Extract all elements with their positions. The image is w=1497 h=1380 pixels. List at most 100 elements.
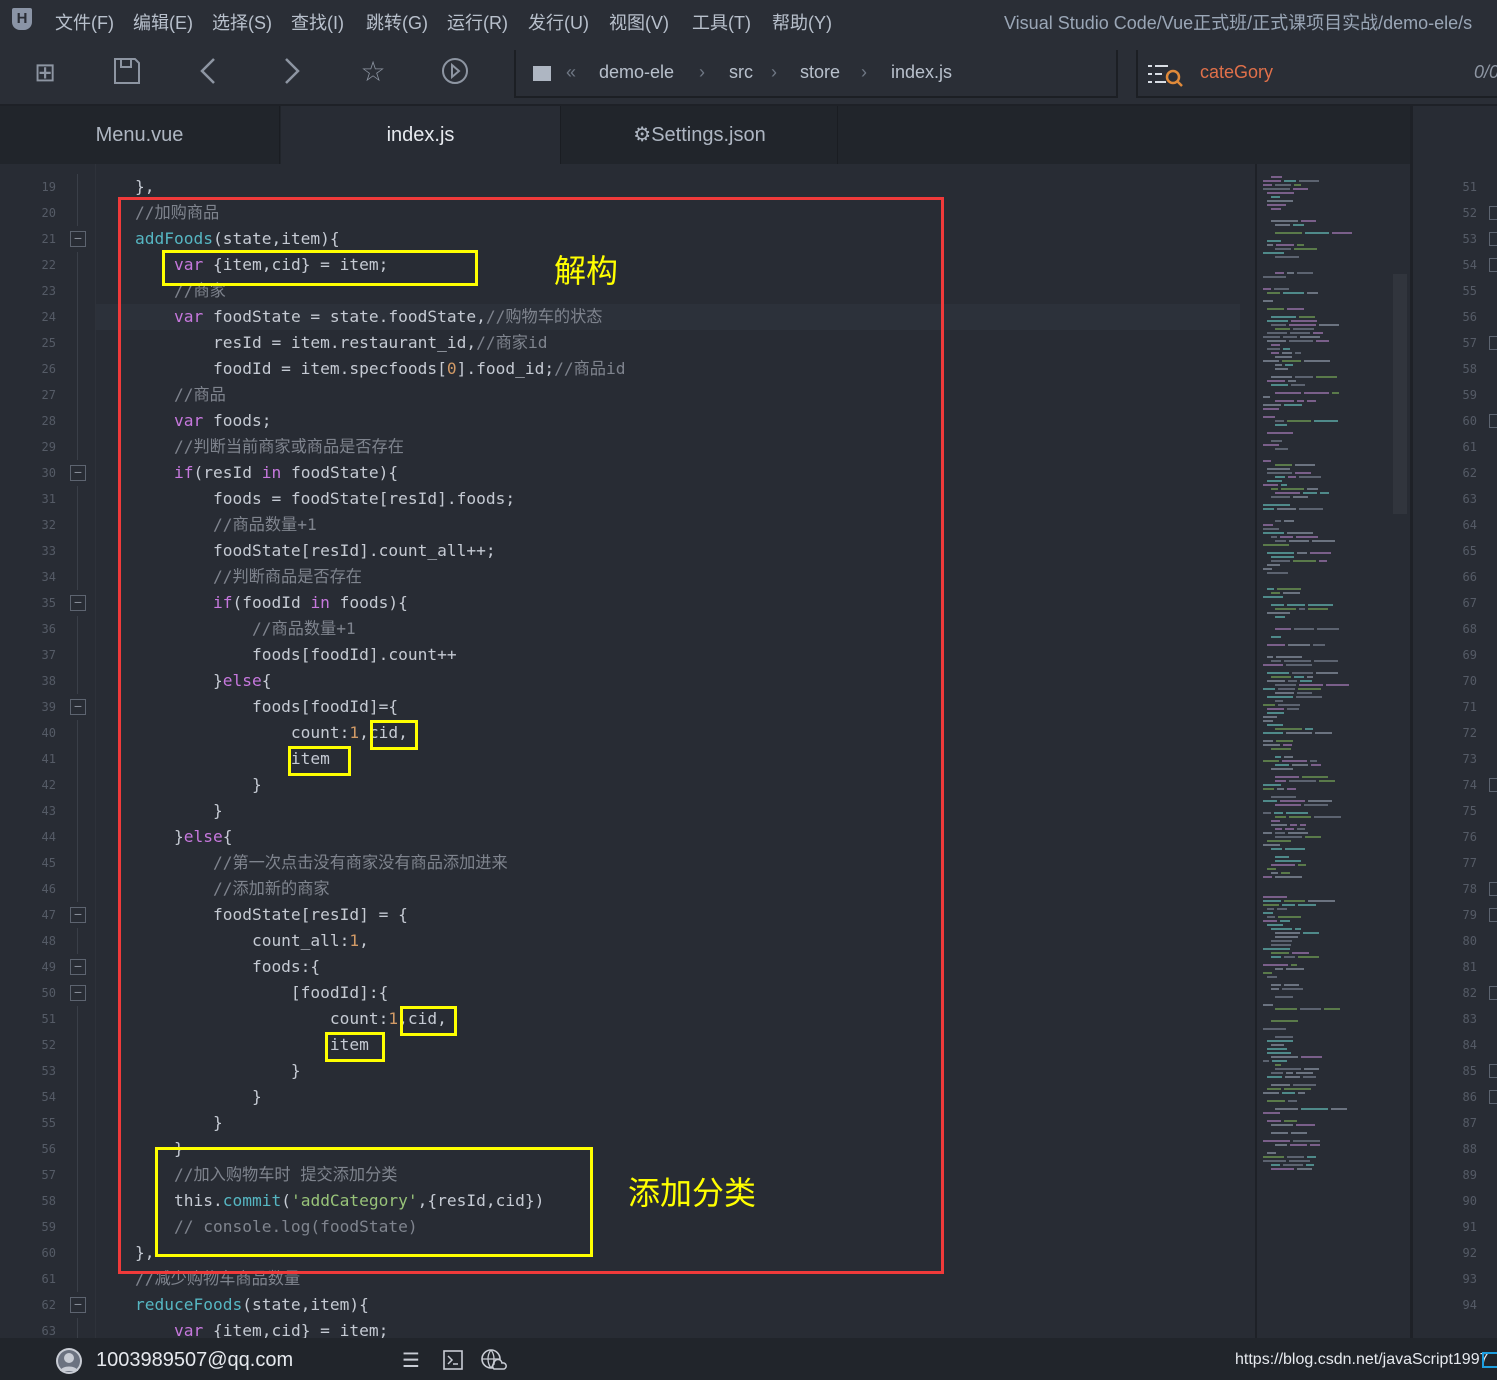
breadcrumb-item[interactable]: store <box>800 62 840 83</box>
menu-view[interactable]: 视图(V) <box>609 9 669 35</box>
minimap-line <box>1263 740 1273 742</box>
minimap-line <box>1297 272 1313 274</box>
terminal-icon[interactable] <box>443 1350 463 1370</box>
line-number: 79 <box>1462 908 1477 922</box>
minimap-line <box>1289 324 1316 326</box>
globe-cloud-icon[interactable] <box>481 1348 507 1372</box>
fold-collapse-icon[interactable]: − <box>70 1297 86 1313</box>
fold-guide <box>77 512 78 538</box>
minimap-line <box>1284 404 1302 406</box>
minimap-line <box>1263 444 1279 446</box>
minimap-line <box>1275 448 1288 450</box>
fold-collapse-icon[interactable]: − <box>70 985 86 1001</box>
second-editor-pane[interactable]: 51 52 53 54 55 56 57 58 59 60 61 62 63 64 65 66 67 68 69 70… <box>1410 106 1497 1338</box>
fold-collapse-icon[interactable] <box>1489 778 1497 792</box>
minimap-line <box>1297 552 1307 554</box>
minimap-line <box>1267 724 1283 726</box>
minimap-line <box>1275 476 1285 478</box>
tab-index-js[interactable]: index.js <box>281 106 561 164</box>
tab-menu-vue[interactable]: Menu.vue <box>0 106 280 164</box>
minimap-line <box>1284 756 1293 758</box>
fold-collapse-icon[interactable]: − <box>70 231 86 247</box>
minimap-line <box>1291 320 1317 322</box>
run-icon[interactable] <box>439 56 471 88</box>
user-account[interactable]: 1003989507@qq.com <box>96 1349 293 1372</box>
menu-publish[interactable]: 发行(U) <box>528 9 589 35</box>
minimap-line <box>1276 656 1302 658</box>
line-number: 19 <box>41 180 56 194</box>
fold-collapse-icon[interactable]: − <box>70 959 86 975</box>
fold-guide <box>77 746 78 772</box>
new-file-icon[interactable]: ⊞ <box>29 56 61 88</box>
search-field[interactable]: cateGory 0/0 <box>1136 50 1497 98</box>
line-number: 23 <box>41 284 56 298</box>
minimap-line <box>1293 224 1304 226</box>
minimap-slider[interactable] <box>1393 274 1407 514</box>
minimap-line <box>1263 360 1279 362</box>
save-icon[interactable] <box>111 56 143 88</box>
fold-guide <box>77 252 78 278</box>
minimap-line <box>1271 324 1286 326</box>
minimap-line <box>1300 336 1320 338</box>
back-icon[interactable] <box>193 56 225 88</box>
minimap-line <box>1295 928 1301 930</box>
menu-select[interactable]: 选择(S) <box>212 9 272 35</box>
menu-edit[interactable]: 编辑(E) <box>133 9 193 35</box>
fold-guide <box>77 616 78 642</box>
minimap-line <box>1267 1100 1285 1102</box>
breadcrumb-item[interactable]: demo-ele <box>599 62 674 83</box>
menu-help[interactable]: 帮助(Y) <box>772 9 832 35</box>
fold-collapse-icon[interactable] <box>1489 414 1497 428</box>
line-number: 29 <box>41 440 56 454</box>
fold-collapse-icon[interactable] <box>1489 1064 1497 1078</box>
menu-find[interactable]: 查找(I) <box>291 9 344 35</box>
fold-collapse-icon[interactable] <box>1489 206 1497 220</box>
code-line[interactable]: reduceFoods(state,item){ <box>135 1292 369 1318</box>
tab-settings-json[interactable]: ⚙Settings.json <box>562 106 838 164</box>
outline-icon[interactable]: ☰ <box>402 1348 420 1373</box>
minimap-line <box>1263 972 1272 974</box>
menu-run[interactable]: 运行(R) <box>447 9 508 35</box>
star-icon[interactable]: ☆ <box>357 56 389 88</box>
minimap-line <box>1267 908 1274 910</box>
minimap[interactable] <box>1255 164 1410 1338</box>
minimap-line <box>1316 672 1338 674</box>
menu-file[interactable]: 文件(F) <box>55 9 114 35</box>
minimap-line <box>1275 828 1282 830</box>
minimap-line <box>1298 688 1321 690</box>
fold-collapse-icon[interactable] <box>1489 1090 1497 1104</box>
fold-collapse-icon[interactable] <box>1489 258 1497 272</box>
minimap-line <box>1267 1088 1281 1090</box>
line-number: 76 <box>1462 830 1477 844</box>
minimap-line <box>1267 1152 1276 1154</box>
avatar-icon[interactable] <box>54 1346 84 1376</box>
fold-collapse-icon[interactable] <box>1489 908 1497 922</box>
minimap-line <box>1301 1056 1322 1058</box>
fold-collapse-icon[interactable] <box>1489 232 1497 246</box>
fold-collapse-icon[interactable]: − <box>70 699 86 715</box>
search-match-count: 0/0 <box>1474 62 1497 82</box>
breadcrumb-item[interactable]: src <box>729 62 753 83</box>
minimap-line <box>1271 536 1277 538</box>
fold-collapse-icon[interactable] <box>1489 336 1497 350</box>
minimap-line <box>1263 288 1271 290</box>
line-number: 58 <box>41 1194 56 1208</box>
forward-icon[interactable] <box>275 56 307 88</box>
line-number: 66 <box>1462 570 1477 584</box>
menu-goto[interactable]: 跳转(G) <box>366 9 428 35</box>
breadcrumb-item[interactable]: index.js <box>891 62 952 83</box>
fold-collapse-icon[interactable]: − <box>70 465 86 481</box>
minimap-line <box>1275 328 1290 330</box>
fold-collapse-icon[interactable]: − <box>70 907 86 923</box>
notification-icon[interactable] <box>1482 1352 1497 1368</box>
menu-tools[interactable]: 工具(T) <box>692 9 751 35</box>
search-input[interactable]: cateGory <box>1200 62 1273 83</box>
chevron-right-icon: › <box>771 62 777 82</box>
fold-collapse-icon[interactable]: − <box>70 595 86 611</box>
fold-collapse-icon[interactable] <box>1489 986 1497 1000</box>
breadcrumb-collapse-icon[interactable]: « <box>566 62 576 83</box>
minimap-line <box>1263 788 1274 790</box>
minimap-line <box>1267 572 1288 574</box>
fold-collapse-icon[interactable] <box>1489 882 1497 896</box>
minimap-line <box>1267 340 1286 342</box>
